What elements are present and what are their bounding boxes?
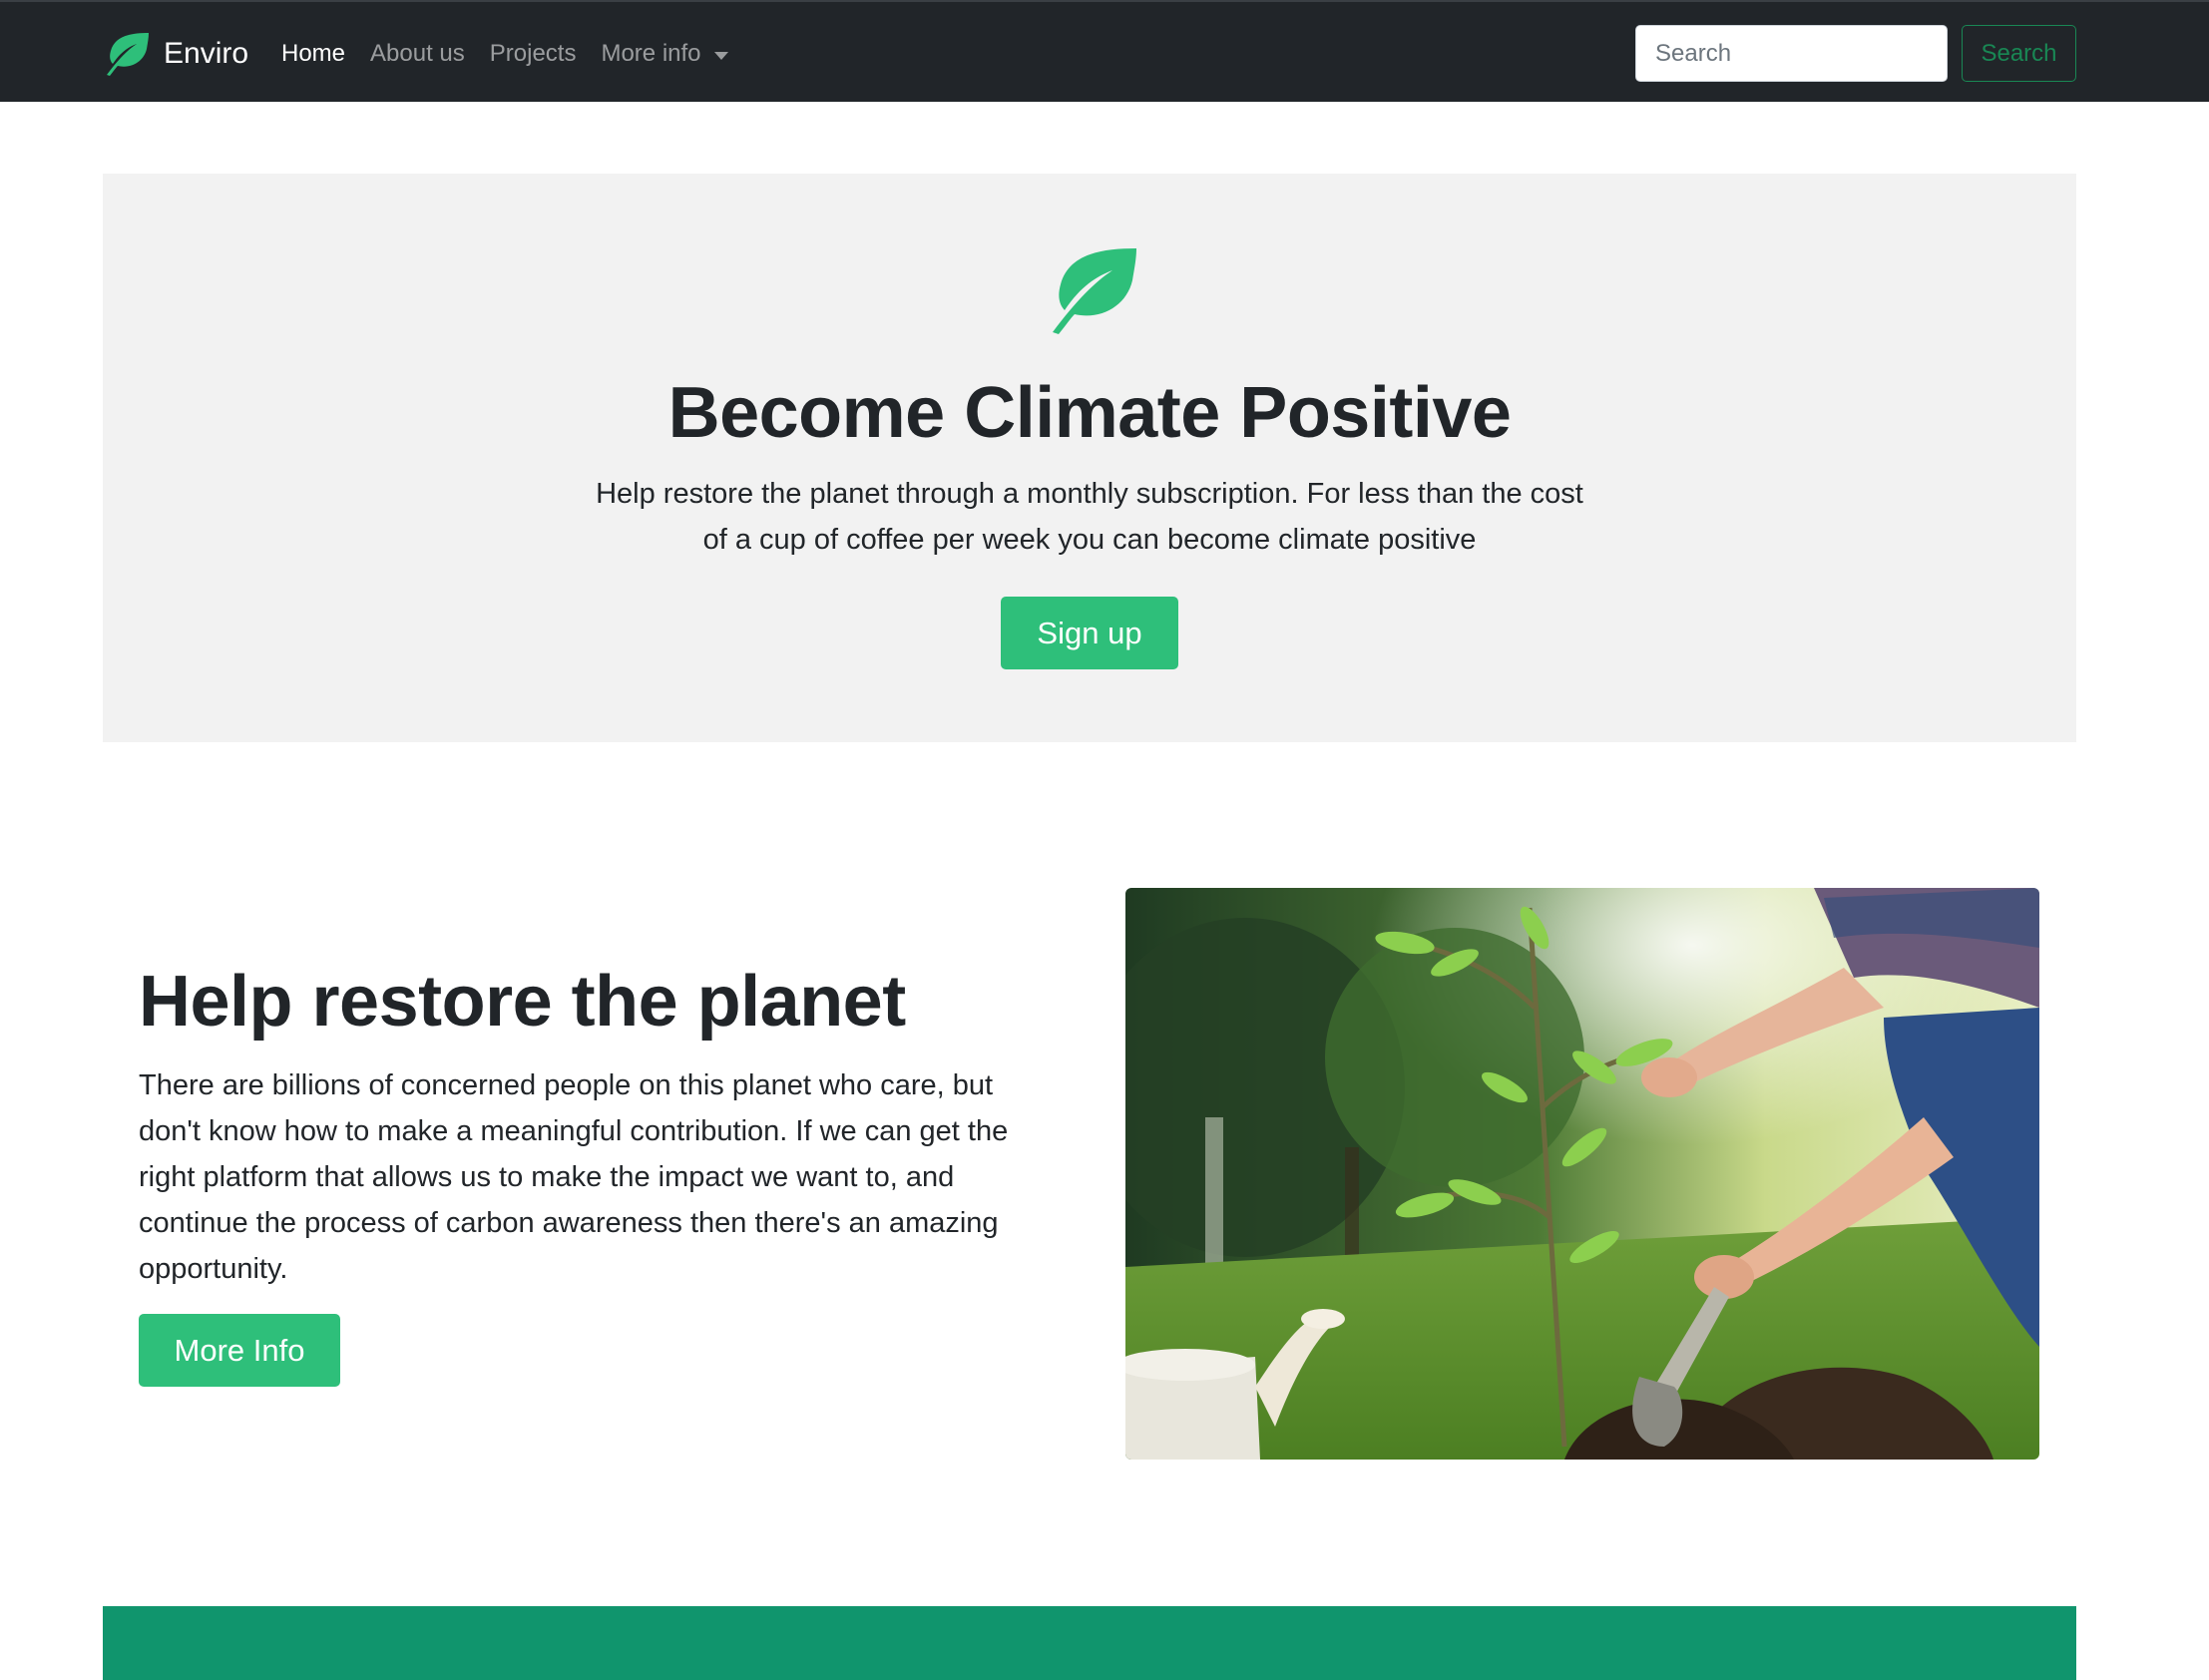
top-navbar: Enviro Home About us Projects More info … [0,0,2209,102]
caret-down-icon [713,51,728,60]
nav-link-home[interactable]: Home [281,36,345,72]
nav-link-about-us[interactable]: About us [370,36,465,72]
sign-up-button[interactable]: Sign up [1001,597,1178,669]
search-button[interactable]: Search [1962,25,2076,82]
hero-section: Become Climate Positive Help restore the… [103,174,2076,742]
hero-description: Help restore the planet through a monthl… [596,478,1583,556]
nav-dropdown-more-info[interactable]: More info [601,36,728,72]
more-info-button[interactable]: More Info [139,1314,340,1387]
brand-name: Enviro [164,37,249,70]
feature-description: There are billions of concerned people o… [139,1069,1009,1285]
feature-title: Help restore the planet [139,962,906,1042]
brand[interactable]: Enviro [101,32,248,76]
search-input[interactable] [1635,25,1948,82]
nav-links: Home About us Projects More info [281,36,753,72]
bottom-banner [103,1606,2076,1680]
tree-planting-photo [1125,888,2039,1460]
leaf-icon [107,33,149,76]
hero-title: Become Climate Positive [667,373,1512,453]
nav-link-projects[interactable]: Projects [490,36,577,72]
nav-dropdown-label: More info [601,40,701,67]
leaf-icon [1053,248,1136,334]
